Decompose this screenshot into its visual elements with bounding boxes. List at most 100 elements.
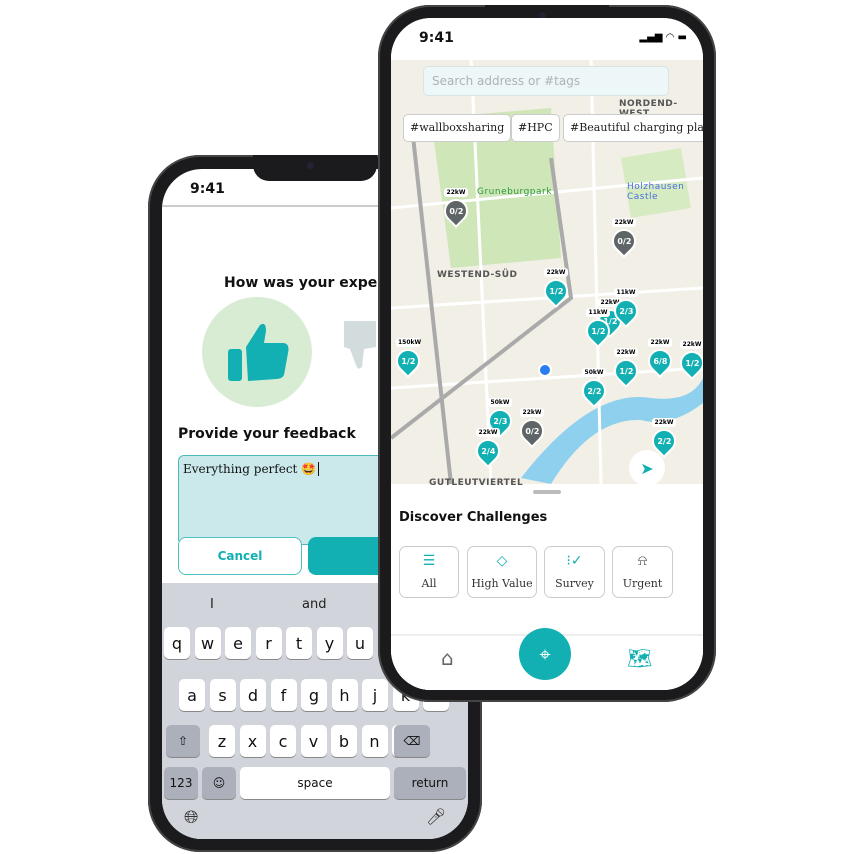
marker-count: 0/2 xyxy=(616,236,632,246)
tag-chip[interactable]: #wallboxsharing xyxy=(403,114,512,142)
map-label: Gruneburgpark xyxy=(477,187,552,197)
key-a[interactable]: a xyxy=(179,679,205,711)
map-icon[interactable]: 🗺︎ xyxy=(627,646,652,670)
marker-pin: 1/2 xyxy=(609,354,643,388)
key-d[interactable]: d xyxy=(240,679,266,711)
return-key[interactable]: return xyxy=(394,767,466,799)
marker-count: 6/8 xyxy=(652,356,668,366)
charging-marker[interactable]: 50kW 2/2 xyxy=(577,368,611,408)
numbers-key[interactable]: 123 xyxy=(164,767,198,799)
challenge-survey[interactable]: ⁝✓ Survey xyxy=(544,546,605,598)
charging-marker[interactable]: 11kW 2/3 xyxy=(609,288,643,328)
charging-marker[interactable]: 22kW 1/2 xyxy=(609,348,643,388)
key-c[interactable]: c xyxy=(270,725,296,757)
marker-count: 1/2 xyxy=(400,356,416,366)
key-x[interactable]: x xyxy=(239,725,266,757)
challenge-high-value[interactable]: ◇ High Value xyxy=(467,546,537,598)
marker-count: 2/4 xyxy=(480,446,496,456)
marker-pin: 2/3 xyxy=(609,294,643,328)
challenge-all[interactable]: ☰ All xyxy=(399,546,459,598)
key-v[interactable]: v xyxy=(300,725,327,757)
charging-marker[interactable]: 22kW 1/2 xyxy=(539,268,573,308)
status-icons: ▂▄▆ ◠ ▬ xyxy=(639,32,687,43)
tag-chip[interactable]: #HPC xyxy=(511,114,560,142)
map-phone: 9:41 ▂▄▆ ◠ ▬ NORDEND-WEST WESTEND-SÜD GU… xyxy=(378,5,716,702)
suggestion[interactable]: and xyxy=(302,597,326,612)
map-pin-icon: ⌖ xyxy=(539,642,551,666)
feedback-title: Provide your feedback xyxy=(178,426,356,442)
charging-marker[interactable]: 22kW 0/2 xyxy=(439,188,473,228)
cancel-button[interactable]: Cancel xyxy=(178,537,302,575)
charging-marker[interactable]: 22kW 6/8 xyxy=(643,338,677,378)
key-y[interactable]: y xyxy=(316,627,343,659)
marker-count: 0/2 xyxy=(524,426,540,436)
marker-count: 1/2 xyxy=(618,366,634,376)
globe-icon[interactable]: 🌐︎ xyxy=(184,807,198,828)
marker-count: 2/3 xyxy=(618,306,634,316)
charging-marker[interactable]: 22kW 0/2 xyxy=(607,218,641,258)
challenge-urgent[interactable]: ⍾ Urgent xyxy=(612,546,673,598)
challenges-sheet: Discover Challenges ☰ All ◇ High Value ⁝✓ S… xyxy=(391,484,703,690)
thumbs-up-icon xyxy=(228,323,289,381)
charging-marker[interactable]: 22kW 2/4 xyxy=(471,428,505,468)
sheet-handle[interactable] xyxy=(533,490,561,494)
marker-power: 22kW xyxy=(612,218,636,227)
marker-pin: 2/2 xyxy=(647,424,681,458)
key-g[interactable]: g xyxy=(301,679,327,711)
marker-power: 22kW xyxy=(476,428,500,437)
key-t[interactable]: t xyxy=(286,627,312,659)
thumbs-up-button[interactable] xyxy=(202,297,312,407)
microphone-icon[interactable]: 🎤︎ xyxy=(426,807,446,826)
sheet-title: Discover Challenges xyxy=(399,510,548,525)
suggestion[interactable]: I xyxy=(210,597,214,612)
marker-power: 11kW xyxy=(586,308,610,317)
key-q[interactable]: q xyxy=(164,627,190,659)
current-location-dot xyxy=(538,363,552,377)
marker-power: 22kW xyxy=(544,268,568,277)
tag-chip[interactable]: #Beautiful charging place xyxy=(563,114,703,142)
charging-marker[interactable]: 22kW 0/2 xyxy=(515,408,549,448)
status-time: 9:41 xyxy=(190,181,225,197)
key-z[interactable]: z xyxy=(209,725,235,757)
map-pin-button[interactable]: ⌖ xyxy=(519,628,571,680)
marker-pin: 1/2 xyxy=(539,274,573,308)
charging-marker[interactable]: 22kW 2/2 xyxy=(647,418,681,458)
key-h[interactable]: h xyxy=(331,679,358,711)
marker-count: 1/2 xyxy=(590,326,606,336)
charging-marker[interactable]: 22kW 1/2 xyxy=(675,340,703,380)
marker-count: 2/3 xyxy=(492,416,508,426)
key-b[interactable]: b xyxy=(331,725,357,757)
key-n[interactable]: n xyxy=(361,725,388,757)
thumbs-down-icon[interactable] xyxy=(342,319,382,379)
key-s[interactable]: s xyxy=(209,679,236,711)
marker-pin: 1/2 xyxy=(675,346,703,380)
search-input[interactable]: Search address or #tags xyxy=(423,66,669,96)
space-key[interactable]: space xyxy=(240,767,390,799)
marker-power: 50kW xyxy=(582,368,606,377)
feedback-text: Everything perfect 🤩 xyxy=(183,462,317,476)
key-e[interactable]: e xyxy=(225,627,251,659)
locate-me-button[interactable]: ➤ xyxy=(629,450,665,486)
key-r[interactable]: r xyxy=(255,627,282,659)
key-j[interactable]: j xyxy=(362,679,388,711)
shift-key[interactable]: ⇧ xyxy=(166,725,200,757)
emoji-key[interactable]: ☺ xyxy=(202,767,236,799)
home-icon[interactable]: ⌂ xyxy=(441,646,454,670)
marker-pin: 1/2 xyxy=(391,344,425,378)
charging-marker[interactable]: 11kW 1/2 xyxy=(581,308,615,348)
checklist-icon: ☰ xyxy=(422,553,436,569)
charging-marker[interactable]: 150kW 1/2 xyxy=(391,338,425,378)
status-time: 9:41 xyxy=(419,30,454,46)
marker-pin: 2/4 xyxy=(471,434,505,468)
marker-count: 1/2 xyxy=(684,358,700,368)
key-f[interactable]: f xyxy=(270,679,297,711)
key-u[interactable]: u xyxy=(347,627,373,659)
survey-icon: ⁝✓ xyxy=(566,553,583,569)
marker-pin: 1/2 xyxy=(581,314,615,348)
marker-count: 1/2 xyxy=(548,286,564,296)
marker-count: 2/2 xyxy=(656,436,672,446)
key-w[interactable]: w xyxy=(194,627,221,659)
marker-power: 22kW xyxy=(648,338,672,347)
map-label: GUTLEUTVIERTEL xyxy=(429,478,524,488)
delete-key[interactable]: ⌫ xyxy=(394,725,430,757)
